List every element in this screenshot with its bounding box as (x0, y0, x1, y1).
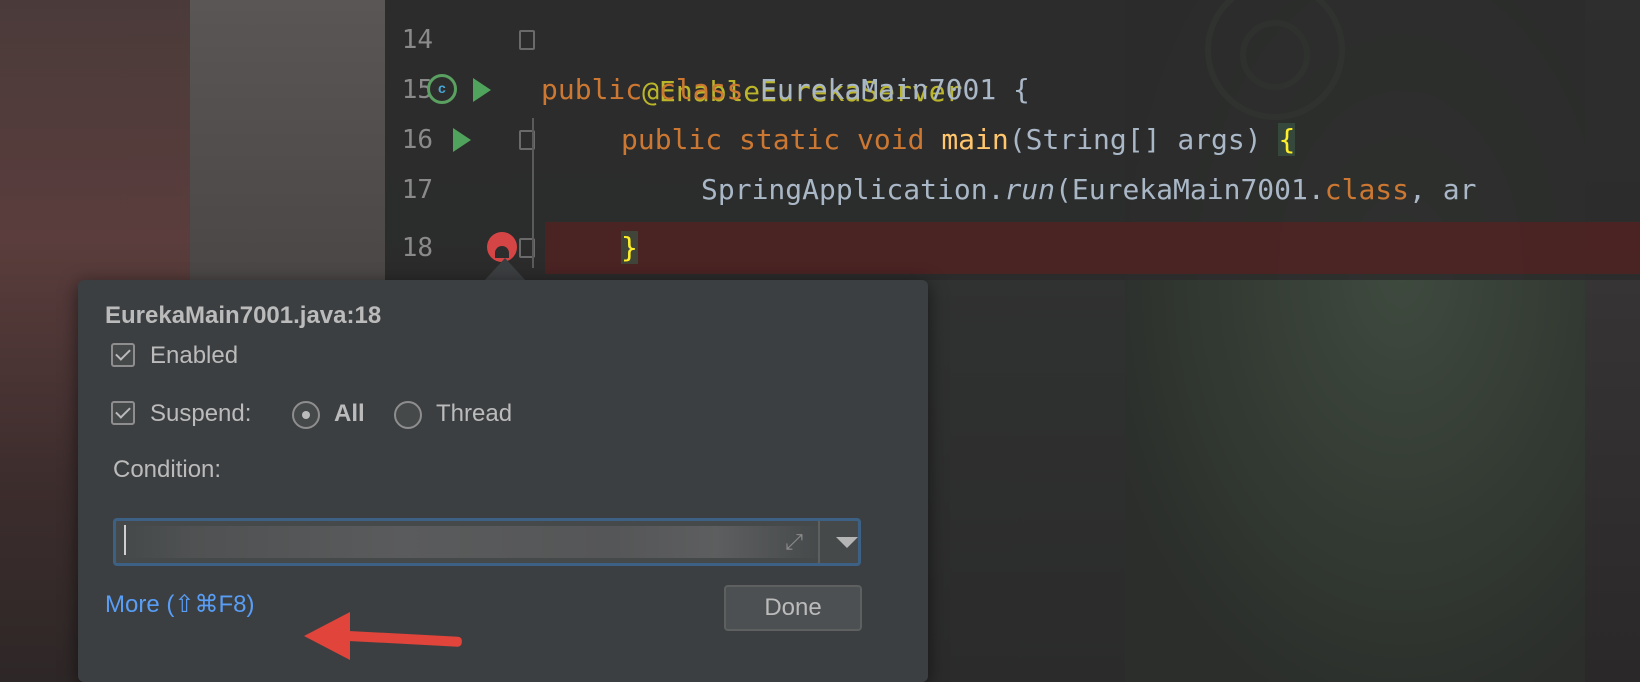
line-number: 14 (401, 25, 433, 55)
brace-token: } (621, 231, 638, 264)
code-text: public class EurekaMain7001 { (541, 64, 1030, 116)
suspend-checkbox[interactable] (111, 401, 135, 425)
keyword-token: class (1324, 173, 1410, 206)
expand-icon[interactable]: ⤢ (781, 529, 807, 555)
line-number: 18 (401, 233, 433, 263)
line-number: 17 (401, 175, 433, 205)
suspend-label: Suspend: (150, 400, 252, 427)
args-token: , ar (1409, 173, 1477, 206)
code-text: public static void main(String[] args) { (621, 114, 1296, 166)
keyword-token: public (621, 123, 723, 156)
condition-input[interactable] (122, 526, 822, 558)
annotation-arrow-head (304, 612, 350, 660)
method-call-token: run (1004, 173, 1056, 206)
params-token: (String[] args) (1008, 123, 1279, 156)
object-token: SpringApplication. (701, 173, 1005, 206)
suspend-all-label: All (334, 400, 365, 427)
breakpoint-properties-popup: EurekaMain7001.java:18 Enabled Suspend: … (78, 280, 928, 682)
dropdown-divider (818, 521, 820, 563)
code-text: SpringApplication.run(EurekaMain7001.cla… (701, 164, 1476, 216)
method-name-token: main (941, 123, 1009, 156)
chevron-down-icon[interactable] (836, 537, 858, 548)
code-editor[interactable]: 14 @EnableEurekaServer 15 c public class… (385, 0, 1640, 280)
code-line-18[interactable]: 18 } (385, 222, 1640, 274)
run-icon[interactable] (453, 128, 471, 152)
text-caret (124, 525, 126, 555)
code-line-16[interactable]: 16 public static void main(String[] args… (385, 114, 1640, 166)
line-number: 16 (401, 125, 433, 155)
keyword-token: class (659, 73, 744, 106)
code-text: } (621, 222, 638, 274)
line-number: 15 (401, 75, 433, 105)
suspend-all-radio[interactable] (292, 401, 320, 429)
suspend-thread-label: Thread (436, 400, 513, 427)
keyword-token: void (857, 123, 925, 156)
enabled-label: Enabled (150, 342, 239, 369)
popup-pointer (483, 258, 527, 282)
suspend-thread-radio[interactable] (394, 401, 422, 429)
brace-token: { (1278, 123, 1296, 156)
code-line-15[interactable]: 15 c public class EurekaMain7001 { (385, 64, 1640, 116)
code-line-17[interactable]: 17 SpringApplication.run(EurekaMain7001.… (385, 164, 1640, 216)
condition-label: Condition: (113, 456, 222, 483)
indent-guide (532, 118, 534, 268)
condition-field[interactable]: ⤢ (113, 518, 861, 566)
keyword-token: static (739, 123, 841, 156)
popup-title: EurekaMain7001.java:18 (105, 302, 382, 329)
class-name-token: EurekaMain7001 (760, 73, 997, 106)
args-token: (EurekaMain7001. (1055, 173, 1325, 206)
run-icon[interactable] (473, 78, 491, 102)
more-link[interactable]: More (⇧⌘F8) (105, 590, 254, 619)
spring-bean-icon[interactable]: c (427, 74, 457, 104)
code-line-14[interactable]: 14 @EnableEurekaServer (385, 14, 1640, 108)
keyword-token: public (541, 73, 643, 106)
done-button[interactable]: Done (724, 585, 862, 631)
brace-token: { (996, 73, 1030, 106)
enabled-checkbox[interactable] (111, 343, 135, 367)
fold-icon[interactable] (519, 30, 535, 50)
